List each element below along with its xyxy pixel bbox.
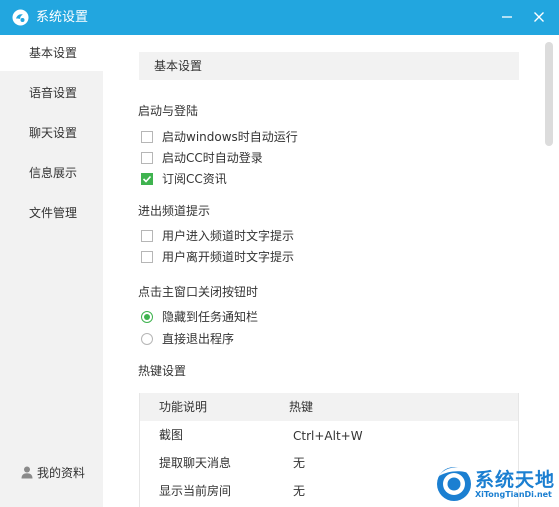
startup-group-title: 启动与登陆 [138,104,199,118]
close-button[interactable] [527,6,551,28]
sidebar-item-info-display[interactable]: 信息展示 [0,155,103,191]
auto-login-checkbox[interactable]: 启动CC时自动登录 [141,150,263,166]
hide-to-tray-radio[interactable]: 隐藏到任务通知栏 [141,309,258,325]
minimize-icon [502,16,512,18]
hotkey-value: 无 [293,456,306,470]
my-profile-label: 我的资料 [37,465,86,480]
checkmark-icon [142,175,152,183]
radio-button-selected [141,311,153,323]
close-icon [534,12,544,22]
hotkey-table-header: 功能说明 热键 [140,393,518,421]
checkbox-box-checked [141,173,153,185]
settings-content: 基本设置 启动与登陆 启动windows时自动运行 启动CC时自动登录 订阅CC… [103,35,559,507]
checkbox-box [141,251,153,263]
my-profile-link[interactable]: 我的资料 [20,463,85,481]
checkbox-box [141,152,153,164]
window-title: 系统设置 [36,10,89,25]
hotkey-value: Ctrl+Alt+W [293,429,363,443]
watermark-name: 系统天地 [475,469,556,491]
watermark-logo-icon [437,467,471,501]
enter-channel-tip-checkbox[interactable]: 用户进入频道时文字提示 [141,228,294,244]
hotkey-function: 提取聊天消息 [159,456,232,470]
hotkeys-group-title: 热键设置 [138,364,187,378]
hide-to-tray-label: 隐藏到任务通知栏 [162,310,259,324]
enter-channel-tip-label: 用户进入频道时文字提示 [162,229,295,243]
section-header: 基本设置 [139,52,519,80]
checkbox-box [141,131,153,143]
auto-run-checkbox[interactable]: 启动windows时自动运行 [141,129,298,145]
sidebar-item-chat[interactable]: 聊天设置 [0,115,103,151]
exit-program-label: 直接退出程序 [162,332,235,346]
watermark-url: XiTongTianDi.net [475,490,552,499]
hotkey-function: 截图 [159,428,184,442]
table-row[interactable]: 截图 Ctrl+Alt+W [140,421,518,449]
app-logo-icon [12,9,29,26]
subscribe-news-checkbox[interactable]: 订阅CC资讯 [141,171,227,187]
watermark: 系统天地 XiTongTianDi.net [433,462,557,504]
subscribe-news-label: 订阅CC资讯 [162,172,227,186]
column-header-function: 功能说明 [159,400,208,414]
hotkey-function: 显示当前房间 [159,484,232,498]
minimize-button[interactable] [495,6,519,28]
close-behavior-group-title: 点击主窗口关闭按钮时 [138,285,259,299]
settings-sidebar: 基本设置 语音设置 聊天设置 信息展示 文件管理 我的资料 [0,35,103,507]
sidebar-item-basic[interactable]: 基本设置 [0,35,103,71]
channel-tips-group-title: 进出频道提示 [138,204,211,218]
radio-button [141,333,153,345]
auto-run-label: 启动windows时自动运行 [162,130,298,144]
exit-program-radio[interactable]: 直接退出程序 [141,331,234,347]
column-header-hotkey: 热键 [289,400,314,414]
leave-channel-tip-label: 用户离开频道时文字提示 [162,250,295,264]
title-bar: 系统设置 [0,0,559,35]
hotkey-value: 无 [293,484,306,498]
user-icon [21,466,33,479]
checkbox-box [141,230,153,242]
leave-channel-tip-checkbox[interactable]: 用户离开频道时文字提示 [141,249,294,265]
sidebar-item-file-management[interactable]: 文件管理 [0,195,103,231]
auto-login-label: 启动CC时自动登录 [162,151,263,165]
sidebar-item-voice[interactable]: 语音设置 [0,75,103,111]
scrollbar-thumb[interactable] [545,42,553,146]
